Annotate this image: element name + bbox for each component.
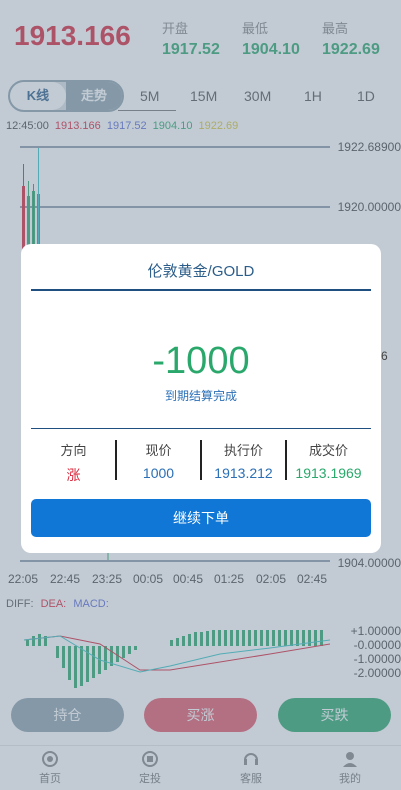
- modal-divider-bottom: [31, 428, 371, 429]
- settlement-modal: 伦敦黄金/GOLD -1000 到期结算完成 方向 涨 现价 1000 执行价 …: [21, 244, 381, 553]
- col-current-price: 现价 1000: [116, 440, 201, 481]
- settlement-status: 到期结算完成: [164, 389, 237, 403]
- modal-title: 伦敦黄金/GOLD: [147, 263, 255, 280]
- modal-divider-top: [31, 289, 371, 291]
- col-exec-price-value: 1913.212: [214, 465, 273, 481]
- col-exec-price: 执行价 1913.212: [201, 440, 286, 481]
- col-direction: 方向 涨: [31, 440, 116, 485]
- app-screen: 1913.166 开盘 1917.52 最低 1904.10 最高 1922.6…: [0, 0, 401, 790]
- continue-order-button[interactable]: 继续下单: [31, 499, 371, 537]
- col-deal-price: 成交价 1913.1969: [286, 440, 371, 481]
- col-deal-price-value: 1913.1969: [295, 465, 362, 481]
- col-deal-price-header: 成交价: [308, 443, 348, 458]
- col-current-price-header: 现价: [145, 443, 172, 458]
- col-current-price-value: 1000: [142, 465, 175, 481]
- col-direction-value: 涨: [66, 467, 81, 483]
- y-label-partial: 6: [381, 349, 388, 363]
- profit-loss-amount: -1000: [152, 340, 250, 382]
- col-exec-price-header: 执行价: [223, 443, 263, 458]
- col-direction-header: 方向: [60, 443, 87, 458]
